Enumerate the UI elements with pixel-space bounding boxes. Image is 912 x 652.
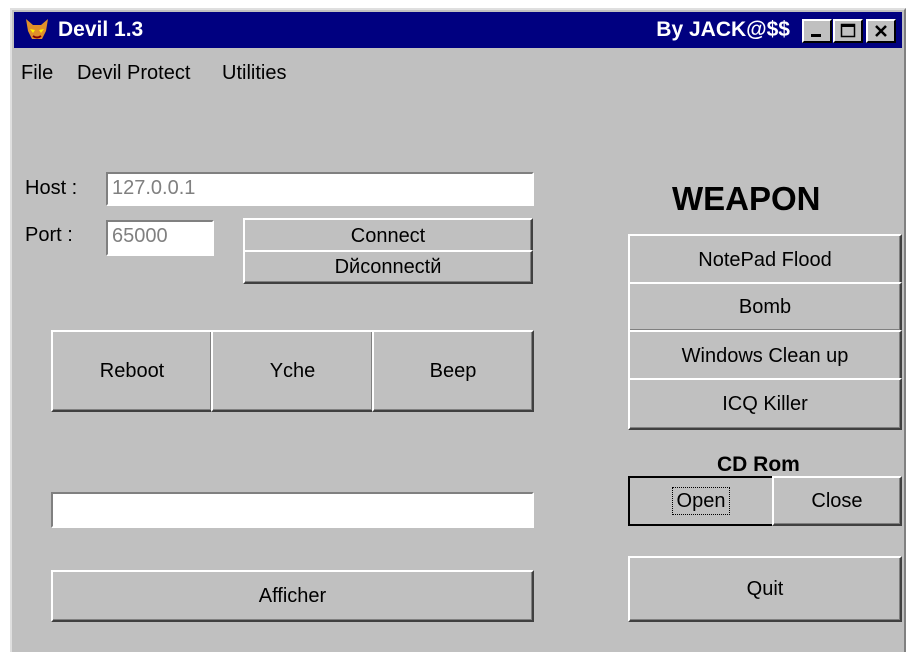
host-label: Host : <box>25 177 78 199</box>
notepad-flood-button[interactable]: NotePad Flood <box>628 234 902 286</box>
minimize-button[interactable] <box>802 19 832 43</box>
icq-killer-button[interactable]: ICQ Killer <box>628 378 902 430</box>
yche-button[interactable]: Yche <box>211 330 374 412</box>
maximize-button[interactable] <box>833 19 863 43</box>
menu-utilities[interactable]: Utilities <box>222 58 286 88</box>
cdrom-open-button[interactable]: Open <box>628 476 774 526</box>
cdrom-heading: CD Rom <box>717 453 800 476</box>
devil-icon <box>26 19 48 39</box>
menu-devil-protect[interactable]: Devil Protect <box>77 58 190 88</box>
quit-button[interactable]: Quit <box>628 556 902 622</box>
minimize-icon <box>811 34 821 37</box>
weapon-heading: WEAPON <box>672 180 821 217</box>
window-author: By JACK@$$ <box>656 18 790 41</box>
title-bar[interactable]: Devil 1.3 By JACK@$$ <box>14 12 902 48</box>
cdrom-close-button[interactable]: Close <box>772 476 902 526</box>
windows-clean-up-button[interactable]: Windows Clean up <box>628 330 902 382</box>
host-input[interactable]: 127.0.0.1 <box>106 172 534 206</box>
afficher-button[interactable]: Afficher <box>51 570 534 622</box>
message-input[interactable] <box>51 492 534 528</box>
window-title: Devil 1.3 <box>58 18 144 41</box>
bomb-button[interactable]: Bomb <box>628 282 902 332</box>
menu-file[interactable]: File <box>21 58 53 88</box>
disconnect-button[interactable]: Dйconnectй <box>243 250 533 284</box>
port-label: Port : <box>25 224 73 246</box>
connect-button[interactable]: Connect <box>243 218 533 254</box>
port-input[interactable]: 65000 <box>106 220 214 256</box>
beep-button[interactable]: Beep <box>372 330 534 412</box>
reboot-button[interactable]: Reboot <box>51 330 213 412</box>
close-icon <box>875 25 887 37</box>
maximize-icon <box>840 23 856 38</box>
close-button[interactable] <box>866 19 896 43</box>
main-window: Devil 1.3 By JACK@$$ File Devil Protect … <box>10 8 906 652</box>
cdrom-open-label: Open <box>671 487 731 515</box>
